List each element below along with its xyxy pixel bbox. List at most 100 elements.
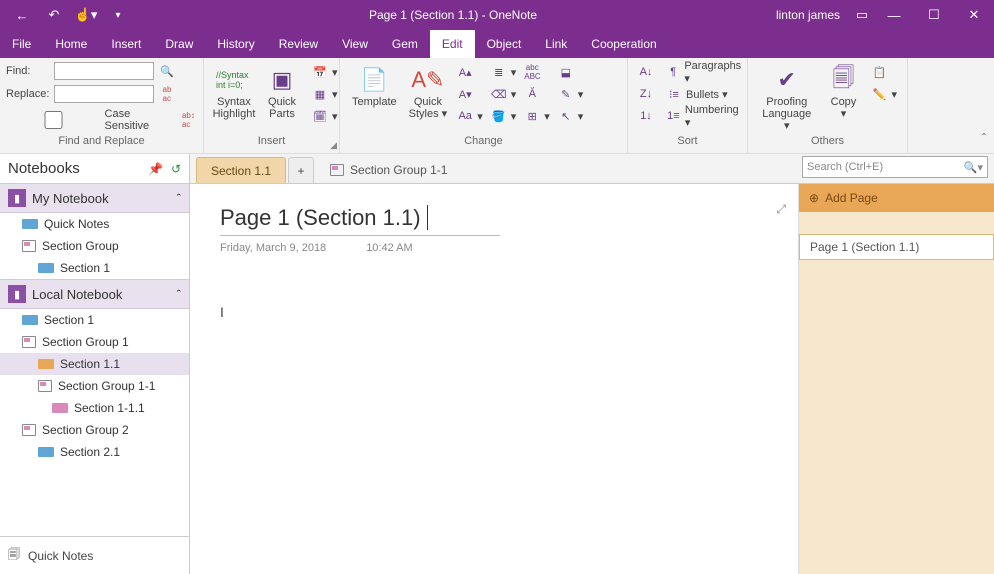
menu-link[interactable]: Link (533, 30, 579, 58)
numbering-icon: 1≡ (666, 110, 681, 122)
date-button[interactable]: 🗓▾ (308, 106, 342, 126)
font-decrease-button[interactable]: A▾ (453, 84, 487, 104)
back-button[interactable]: ← (10, 3, 34, 27)
local-section-1-1-1[interactable]: Section 1-1.1 (0, 397, 189, 419)
date-icon: 🗓 (312, 110, 328, 123)
menu-file[interactable]: File (0, 30, 43, 58)
local-section-1[interactable]: Section 1 (0, 309, 189, 331)
undo-button[interactable]: ↶ (42, 3, 66, 27)
char-misc1-icon: abcABC (524, 63, 540, 81)
menu-gem[interactable]: Gem (380, 30, 430, 58)
user-name[interactable]: linton james (776, 8, 840, 22)
section-quick-notes[interactable]: Quick Notes (0, 213, 189, 235)
sort-asc-icon: A↓ (638, 66, 654, 78)
proofing-language-button[interactable]: ✔︎ Proofing Language ▾ (754, 62, 819, 134)
template-button[interactable]: 📄 Template (346, 62, 403, 110)
table-button[interactable]: ▦▾ (308, 84, 342, 104)
group-label-change: Change (346, 135, 621, 151)
align-button[interactable]: ≣▾ (487, 62, 521, 82)
group-sort: A↓ Z↓ 1↓ ¶Paragraphs ▾ ⁝≡Bullets ▾ 1≡Num… (628, 58, 748, 153)
menu-draw[interactable]: Draw (153, 30, 205, 58)
tab-add-section[interactable]: + (288, 157, 314, 183)
doc-misc1-button[interactable]: 📋 (867, 62, 901, 82)
page-title[interactable]: Page 1 (Section 1.1) (220, 204, 500, 236)
font-increase-button[interactable]: A▴ (453, 62, 487, 82)
pages-icon: 🗐 (8, 545, 20, 566)
quick-styles-button[interactable]: A✎ Quick Styles ▾ (403, 62, 454, 122)
quickaccess-more[interactable]: ▾ (106, 3, 130, 27)
pin-icon[interactable]: 📌 (148, 162, 163, 176)
menu-cooperation[interactable]: Cooperation (579, 30, 668, 58)
bullets-button[interactable]: ⁝≡Bullets ▾ (662, 84, 747, 104)
case-sensitive-label: Case Sensitive (105, 108, 174, 132)
note-datetime: Friday, March 9, 2018 10:42 AM (220, 242, 768, 254)
fill-color-button[interactable]: 🪣▾ (487, 106, 521, 126)
local-section-group-2[interactable]: Section Group 2 (0, 419, 189, 441)
section-group[interactable]: Section Group (0, 235, 189, 257)
char-misc1-button[interactable]: abcABC (520, 62, 554, 82)
numbering-button[interactable]: 1≡Numbering ▾ (662, 106, 747, 126)
search-input[interactable]: Search (Ctrl+E) 🔍▾ (802, 156, 988, 178)
char-misc2-icon: Ă (524, 88, 540, 100)
menu-insert[interactable]: Insert (99, 30, 153, 58)
menu-object[interactable]: Object (475, 30, 534, 58)
window-title: Page 1 (Section 1.1) - OneNote (130, 8, 776, 22)
change-case-button[interactable]: Aa▾ (453, 106, 487, 126)
touch-mode-button[interactable]: ☝▾ (74, 3, 98, 27)
local-section-group-1-1[interactable]: Section Group 1-1 (0, 375, 189, 397)
refresh-icon[interactable]: ↺ (171, 162, 181, 176)
expand-icon[interactable]: ⤢ (776, 202, 786, 217)
maximize-button[interactable]: ☐ (914, 0, 954, 30)
quick-notes-footer[interactable]: 🗐 Quick Notes (0, 536, 189, 574)
find-input[interactable] (54, 62, 154, 80)
proofing-icon: ✔︎ (778, 64, 796, 96)
titlebar: ← ↶ ☝▾ ▾ Page 1 (Section 1.1) - OneNote … (0, 0, 994, 30)
sort-desc-button[interactable]: Z↓ (634, 84, 658, 104)
section-1[interactable]: Section 1 (0, 257, 189, 279)
notebook-local-notebook[interactable]: ▮ Local Notebook ˆ (0, 279, 189, 309)
menu-history[interactable]: History (205, 30, 266, 58)
local-section-group-1[interactable]: Section Group 1 (0, 331, 189, 353)
insert-dialog-launcher[interactable]: ◢ (330, 140, 337, 151)
borders-button[interactable]: ⊞▾ (520, 106, 554, 126)
menu-edit[interactable]: Edit (430, 30, 475, 58)
cursor-icon: ↖ (558, 110, 574, 123)
merge-cells-button[interactable]: ⬓ (554, 62, 588, 82)
minimize-button[interactable]: — (874, 0, 914, 30)
ribbon-options-icon[interactable]: ▭ (850, 3, 874, 27)
cursor-button[interactable]: ↖▾ (554, 106, 588, 126)
menu-home[interactable]: Home (43, 30, 99, 58)
local-section-2-1[interactable]: Section 2.1 (0, 441, 189, 463)
replace-all-icon[interactable]: ab↕ac (180, 111, 197, 129)
replace-label: Replace: (6, 88, 50, 100)
clear-format-button[interactable]: ⌫▾ (487, 84, 521, 104)
calendar-button[interactable]: 📅▾ (308, 62, 342, 82)
pen-button[interactable]: ✎▾ (554, 84, 588, 104)
char-misc2-button[interactable]: Ă (520, 84, 554, 104)
menu-review[interactable]: Review (267, 30, 330, 58)
tab-section-1-1[interactable]: Section 1.1 (196, 157, 286, 183)
close-button[interactable]: ✕ (954, 0, 994, 30)
collapse-ribbon-button[interactable]: ˆ (982, 131, 986, 145)
case-sensitive-checkbox[interactable] (6, 111, 101, 129)
sort-asc-button[interactable]: A↓ (634, 62, 658, 82)
sort-num-button[interactable]: 1↓ (634, 106, 658, 126)
menu-view[interactable]: View (330, 30, 380, 58)
find-next-icon[interactable]: 🔍 (158, 62, 176, 80)
paragraphs-button[interactable]: ¶Paragraphs ▾ (662, 62, 747, 82)
page-item-1[interactable]: Page 1 (Section 1.1) (799, 234, 994, 260)
replace-input[interactable] (54, 85, 154, 103)
copy-button[interactable]: 🗐 Copy ▾ (819, 62, 867, 122)
doc-misc2-button[interactable]: ✏️▾ (867, 84, 901, 104)
tab-section-group-1-1[interactable]: Section Group 1-1 (316, 157, 461, 183)
local-section-1-1[interactable]: Section 1.1 (0, 353, 189, 375)
change-case-icon: Aa (457, 110, 473, 122)
chevron-up-icon: ˆ (177, 191, 181, 206)
note-canvas[interactable]: Page 1 (Section 1.1) Friday, March 9, 20… (190, 184, 798, 574)
replace-one-icon[interactable]: abac (158, 85, 176, 103)
bullets-icon: ⁝≡ (666, 88, 682, 101)
syntax-highlight-button[interactable]: //Syntaxint i=0; Syntax Highlight (210, 62, 258, 122)
quick-parts-button[interactable]: ▣ Quick Parts (258, 62, 306, 122)
add-page-button[interactable]: ⊕ Add Page (799, 184, 994, 212)
notebook-my-notebook[interactable]: ▮ My Notebook ˆ (0, 183, 189, 213)
